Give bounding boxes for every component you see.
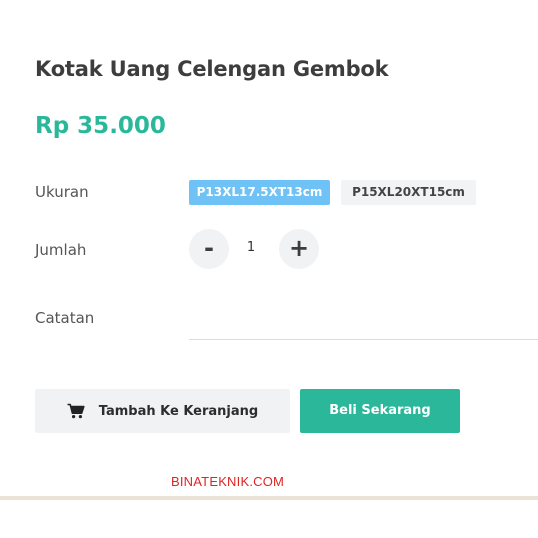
product-detail-page: Kotak Uang Celengan Gembok Rp 35.000 Uku… [0, 0, 538, 538]
size-option-p13[interactable]: P13XL17.5XT13cm [189, 180, 330, 205]
note-input[interactable] [189, 297, 538, 340]
add-to-cart-button[interactable]: Tambah Ke Keranjang [35, 389, 290, 433]
add-to-cart-label: Tambah Ke Keranjang [98, 403, 259, 419]
quantity-decrease-button[interactable]: - [189, 229, 229, 269]
note-label: Catatan [35, 309, 95, 327]
watermark-text: BINATEKNIK.COM [171, 474, 285, 489]
quantity-increase-button[interactable]: + [279, 229, 319, 269]
buy-now-button[interactable]: Beli Sekarang [300, 389, 460, 433]
size-option-p15[interactable]: P15XL20XT15cm [341, 180, 476, 205]
bottom-divider [0, 496, 538, 500]
size-label: Ukuran [35, 183, 89, 201]
quantity-label: Jumlah [35, 241, 87, 259]
shopping-cart-icon [67, 403, 85, 419]
product-title: Kotak Uang Celengan Gembok [35, 57, 389, 81]
quantity-input[interactable] [236, 240, 266, 255]
product-price: Rp 35.000 [35, 113, 166, 139]
